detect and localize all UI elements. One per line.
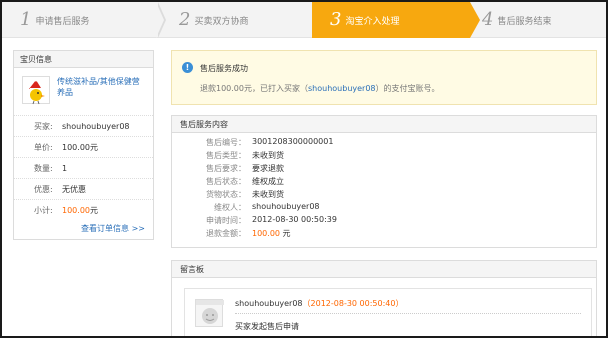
discount-row: 优惠: 无优惠 [14,179,153,200]
message-item: shouhoubuyer08（2012-08-30 00:50:40） 买家发起… [184,288,592,336]
refund-amount: 100.00 [252,229,280,238]
detail-key: 售后要求： [206,164,246,173]
message-divider [235,313,581,314]
unit-price-row: 单价: 100.00元 [14,137,153,158]
detail-value: 100.00 元 [252,228,291,241]
detail-value: 3001208300000001 [252,137,334,146]
avatar [195,299,224,327]
detail-key: 售后类型： [206,151,246,160]
current-step-arrow [470,2,480,38]
product-title-link[interactable]: 传统滋补品/其他保健营养品 [57,76,147,109]
detail-row: 维权人： shouhoubuyer08 [172,202,320,215]
step-2-label: 买卖双方协商 [194,16,249,27]
detail-row: 退款金额： 100.00 元 [172,228,291,241]
notice-account: shouhoubuyer08 [308,84,376,93]
product-thumbnail[interactable] [22,76,50,105]
info-icon: ! [182,62,193,73]
unit-price-value: 100.00元 [62,142,98,152]
buyer-row: 买家: shouhoubuyer08 [14,116,153,137]
user-avatar-icon [196,300,224,324]
notice-text-before: 退款100.00元，已打入买家（ [200,84,308,93]
detail-key: 售后编号： [206,138,246,147]
step-4: 4 售后服务结束 [482,2,551,38]
detail-key: 维权人： [214,203,246,212]
step-2: 2 买卖双方协商 [179,2,248,38]
success-notice: ! 售后服务成功 退款100.00元，已打入买家（shouhoubuyer08）… [171,50,597,105]
notice-text-after: ）的支付宝账号。 [375,84,440,93]
detail-row: 售后编号： 3001208300000001 [172,137,333,150]
discount-label: 优惠: [34,184,53,194]
detail-value: shouhoubuyer08 [252,202,320,211]
step-1-number: 1 [20,9,32,30]
message-time: （2012-08-30 00:50:40） [302,299,404,308]
notice-title: 售后服务成功 [200,64,248,73]
page-frame: 1 申请售后服务 2 买卖双方协商 3 淘宝介入处理 4 售后服务结束 宝贝信息 [2,2,606,336]
bird-mascot-icon [29,78,45,105]
discount-value: 无优惠 [62,184,86,194]
detail-key: 申请时间： [206,216,246,225]
step-1: 1 申请售后服务 [20,2,89,38]
detail-key: 退款金额： [206,229,246,238]
detail-key: 售后状态： [206,177,246,186]
subtotal-label: 小计: [34,206,53,215]
detail-value: 要求退款 [252,164,284,173]
quantity-value: 1 [62,163,68,173]
detail-row: 售后类型： 未收到货 [172,150,284,163]
message-author-line: shouhoubuyer08（2012-08-30 00:50:40） [235,298,403,309]
detail-row: 货物状态： 未收到货 [172,189,284,202]
product-info-panel: 宝贝信息 传统滋补品/其他保健营养品 买家: shouhoubuyer08 单价… [13,50,154,240]
detail-key: 货物状态： [206,190,246,199]
quantity-label: 数量: [34,163,53,173]
detail-value: 2012-08-30 00:50:39 [252,215,337,224]
subtotal-unit: 元 [90,206,98,215]
subtotal-value: 100.00 [62,206,90,215]
step-4-label: 售后服务结束 [497,16,552,27]
detail-row: 售后状态： 维权成立 [172,176,284,189]
detail-row: 申请时间： 2012-08-30 00:50:39 [172,215,337,228]
product-panel-header: 宝贝信息 [14,51,153,68]
detail-row: 售后要求： 要求退款 [172,163,284,176]
unit-price-label: 单价: [34,142,53,152]
progress-steps: 1 申请售后服务 2 买卖双方协商 3 淘宝介入处理 4 售后服务结束 [2,2,606,38]
subtotal-row: 小计: 100.00 元 [14,200,153,221]
step-1-label: 申请售后服务 [35,16,90,27]
buyer-label: 买家: [34,121,53,131]
step-3-current: 3 淘宝介入处理 [312,2,470,38]
detail-header: 售后服务内容 [172,116,596,133]
step-3-label: 淘宝介入处理 [345,16,400,27]
message-board-header: 留言板 [172,261,596,278]
detail-value: 未收到货 [252,151,284,160]
message-board-panel: 留言板 shouhoubuyer08（2012-08-30 00:50:40） … [171,260,597,336]
step-4-number: 4 [482,9,494,30]
detail-value: 维权成立 [252,177,284,186]
step-3-number: 3 [330,9,342,30]
view-order-link[interactable]: 查看订单信息 >> [81,223,145,234]
buyer-value: shouhoubuyer08 [62,121,130,131]
message-content: 买家发起售后申请 [235,322,299,331]
step-2-number: 2 [179,9,191,30]
quantity-row: 数量: 1 [14,158,153,179]
after-sales-detail-panel: 售后服务内容 售后编号： 3001208300000001 售后类型： 未收到货… [171,115,597,248]
notice-text: 退款100.00元，已打入买家（shouhoubuyer08）的支付宝账号。 [200,83,440,94]
refund-unit: 元 [282,229,291,238]
step-separator [156,2,164,38]
message-author: shouhoubuyer08 [235,299,303,308]
product-summary: 传统滋补品/其他保健营养品 [14,68,153,116]
detail-value: 未收到货 [252,190,284,199]
